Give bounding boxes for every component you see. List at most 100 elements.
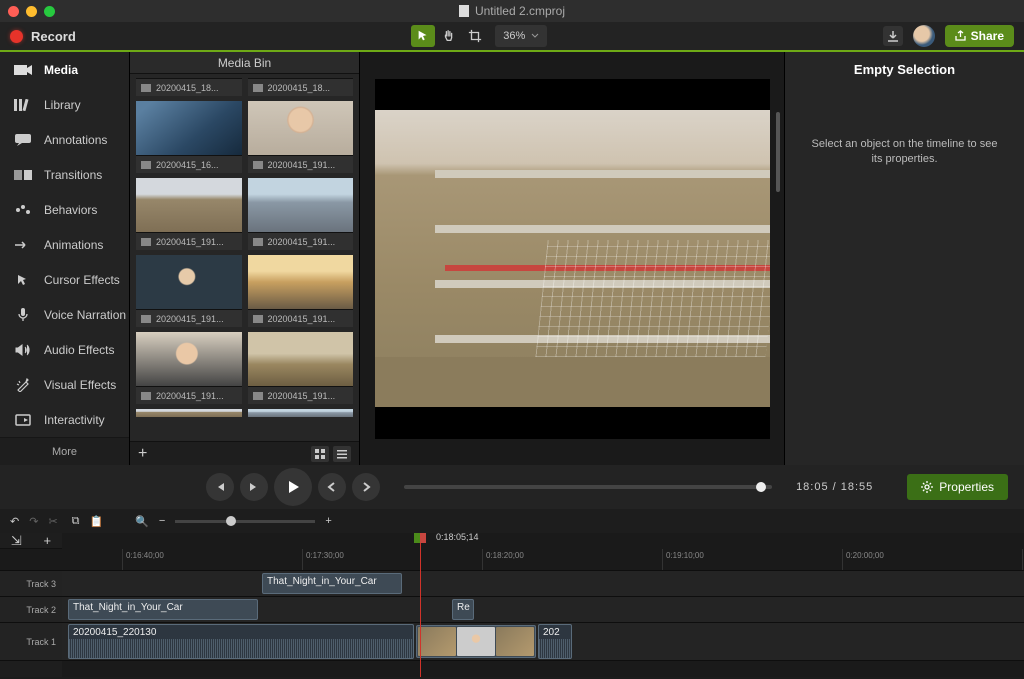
canvas-scrollbar[interactable] — [776, 112, 780, 192]
canvas[interactable] — [375, 79, 770, 439]
track-labels: ⇲ + Track 3 Track 2 Track 1 — [0, 533, 62, 677]
media-clip[interactable]: 20200415_191... — [248, 332, 354, 404]
video-icon — [141, 392, 151, 400]
timeline-clip[interactable]: That_Night_in_Your_Car — [68, 599, 258, 620]
sidebar-item-audio-effects[interactable]: Audio Effects — [0, 332, 129, 367]
canvas-zoom-dropdown[interactable]: 36% — [495, 25, 547, 47]
sidebar-more[interactable]: More — [0, 437, 129, 465]
gear-icon — [921, 481, 933, 493]
list-view-button[interactable] — [333, 446, 351, 462]
pan-tool-button[interactable] — [437, 25, 461, 47]
track-1-lane[interactable]: 20200415_220130 202 — [62, 623, 1024, 661]
track-header-controls: ⇲ + — [0, 533, 62, 549]
sidebar-item-interactivity[interactable]: Interactivity — [0, 402, 129, 437]
sidebar-item-media[interactable]: Media — [0, 52, 129, 87]
timeline-zoom-in[interactable]: + — [325, 515, 331, 527]
tool-sidebar: Media Library Annotations Transitions Be… — [0, 52, 130, 465]
sidebar-item-library[interactable]: Library — [0, 87, 129, 122]
track-2-lane[interactable]: That_Night_in_Your_Car Re — [62, 597, 1024, 623]
sidebar-item-annotations[interactable]: Annotations — [0, 122, 129, 157]
media-clip[interactable]: 20200415_18... — [136, 78, 242, 96]
media-clip[interactable]: 20200415_191... — [136, 332, 242, 404]
play-button[interactable] — [274, 468, 312, 506]
timeline-clip[interactable]: 20200415_220130 — [68, 624, 414, 659]
timeline-clip[interactable]: Re — [452, 599, 474, 620]
playhead-handle[interactable] — [414, 533, 426, 543]
transitions-icon — [14, 168, 32, 182]
interactivity-icon — [14, 413, 32, 427]
copy-button[interactable]: ⧉ — [72, 515, 80, 528]
crop-tool-button[interactable] — [463, 25, 487, 47]
timeline-zoom-out[interactable]: − — [159, 515, 165, 527]
share-icon — [955, 30, 966, 42]
animations-icon — [14, 238, 32, 252]
cursor-effects-icon — [14, 273, 32, 287]
behaviors-icon — [14, 203, 32, 217]
download-button[interactable] — [883, 26, 903, 46]
collapse-tracks-button[interactable]: ⇲ — [11, 533, 22, 549]
grid-view-button[interactable] — [311, 446, 329, 462]
canvas-area[interactable] — [360, 52, 784, 465]
playback-scrubber[interactable] — [404, 485, 772, 489]
media-clip[interactable]: 20200415_18... — [248, 78, 354, 96]
cursor-tool-button[interactable] — [411, 25, 435, 47]
titlebar: Untitled 2.cmproj — [0, 0, 1024, 22]
playback-bar: 18:05 / 18:55 Properties — [0, 465, 1024, 509]
sidebar-item-visual-effects[interactable]: Visual Effects — [0, 367, 129, 402]
video-icon — [253, 315, 263, 323]
undo-button[interactable]: ↶ — [10, 515, 19, 528]
record-icon — [10, 30, 23, 43]
share-button[interactable]: Share — [945, 25, 1014, 47]
timeline-clip[interactable]: That_Night_in_Your_Car — [262, 573, 402, 594]
media-clip[interactable] — [136, 409, 242, 417]
media-icon — [14, 63, 32, 77]
media-clip[interactable] — [248, 409, 354, 417]
user-avatar[interactable] — [913, 25, 935, 47]
track-3-label[interactable]: Track 3 — [0, 571, 62, 597]
prev-frame-button[interactable] — [206, 473, 234, 501]
properties-title: Empty Selection — [785, 62, 1024, 77]
timeline-clip[interactable] — [416, 625, 536, 658]
media-clip[interactable]: 20200415_191... — [136, 178, 242, 250]
media-bin-footer: + — [130, 441, 359, 465]
media-bin-grid[interactable]: 20200415_18... 20200415_18... 20200415_1… — [130, 74, 359, 441]
media-clip[interactable]: 20200415_191... — [248, 255, 354, 327]
document-icon — [459, 5, 469, 17]
properties-button[interactable]: Properties — [907, 474, 1008, 500]
next-clip-button[interactable] — [352, 473, 380, 501]
video-icon — [253, 84, 263, 92]
track-1-label[interactable]: Track 1 — [0, 623, 62, 661]
track-2-label[interactable]: Track 2 — [0, 597, 62, 623]
video-icon — [253, 392, 263, 400]
paste-button[interactable]: 📋 — [90, 515, 104, 528]
annotations-icon — [14, 133, 32, 147]
media-clip[interactable]: 20200415_191... — [136, 255, 242, 327]
next-frame-button[interactable] — [240, 473, 268, 501]
sidebar-item-cursor-effects[interactable]: Cursor Effects — [0, 262, 129, 297]
track-3-lane[interactable]: That_Night_in_Your_Car — [62, 571, 1024, 597]
media-clip[interactable]: 20200415_191... — [248, 101, 354, 173]
zoom-slider-handle[interactable] — [226, 516, 236, 526]
media-clip[interactable]: 20200415_191... — [248, 178, 354, 250]
scrubber-handle[interactable] — [756, 482, 766, 492]
playhead-time: 0:18:05;14 — [436, 533, 479, 542]
timeline-ruler[interactable]: 0:16:40;00 0:17:30;00 0:18:20;00 0:19:10… — [62, 549, 1024, 571]
add-media-button[interactable]: + — [138, 445, 147, 463]
sidebar-item-animations[interactable]: Animations — [0, 227, 129, 262]
cut-button[interactable]: ✂ — [48, 515, 57, 528]
preview-frame — [375, 110, 770, 407]
timeline-zoom-slider[interactable] — [175, 520, 315, 523]
prev-clip-button[interactable] — [318, 473, 346, 501]
redo-button[interactable]: ↷ — [29, 515, 38, 528]
record-button[interactable]: Record — [31, 29, 76, 44]
sidebar-item-behaviors[interactable]: Behaviors — [0, 192, 129, 227]
sidebar-item-voice-narration[interactable]: Voice Narration — [0, 297, 129, 332]
media-clip[interactable]: 20200415_16... — [136, 101, 242, 173]
sidebar-item-transitions[interactable]: Transitions — [0, 157, 129, 192]
properties-panel: Empty Selection Select an object on the … — [784, 52, 1024, 465]
timeline-clip[interactable]: 202 — [538, 624, 572, 659]
add-track-button[interactable]: + — [44, 533, 52, 548]
playhead[interactable]: 0:18:05;14 — [420, 533, 421, 677]
zoom-out-icon: 🔍 — [135, 515, 149, 528]
tracks-area[interactable]: 0:16:40;00 0:17:30;00 0:18:20;00 0:19:10… — [62, 533, 1024, 677]
